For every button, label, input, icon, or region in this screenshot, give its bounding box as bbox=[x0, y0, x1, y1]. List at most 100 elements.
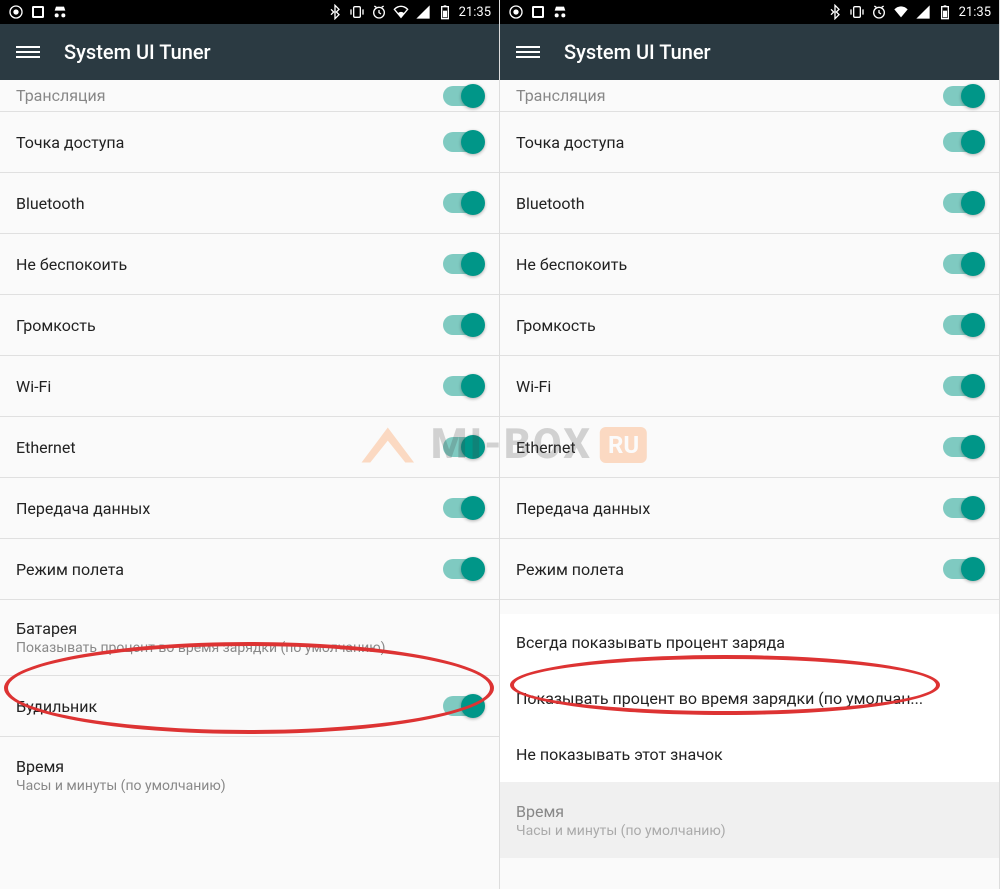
item-label: Не беспокоить bbox=[16, 255, 127, 274]
status-app1-icon bbox=[8, 4, 24, 20]
status-time: 21:35 bbox=[459, 5, 491, 20]
status-wifi-icon bbox=[393, 4, 409, 20]
screen-right: 21:35 System UI Tuner Трансляция Точка д… bbox=[500, 0, 1000, 889]
status-battery-icon bbox=[937, 4, 953, 20]
option-always-show[interactable]: Всегда показывать процент заряда bbox=[500, 614, 999, 670]
item-label: Bluetooth bbox=[516, 194, 585, 213]
status-app2-icon bbox=[530, 4, 546, 20]
toggle-ethernet[interactable] bbox=[943, 437, 983, 457]
status-bar: 21:35 bbox=[0, 0, 499, 24]
toggle-hotspot[interactable] bbox=[943, 132, 983, 152]
status-bar: 21:35 bbox=[500, 0, 999, 24]
list-item-volume[interactable]: Громкость bbox=[0, 295, 499, 356]
app-bar: System UI Tuner bbox=[0, 24, 499, 80]
item-label: Громкость bbox=[16, 316, 96, 335]
item-label: Wi-Fi bbox=[16, 377, 51, 396]
toggle-ethernet[interactable] bbox=[443, 437, 483, 457]
item-label: Режим полета bbox=[16, 560, 124, 579]
app-title: System UI Tuner bbox=[564, 40, 711, 64]
list-item-ethernet[interactable]: Ethernet bbox=[0, 417, 499, 478]
toggle-dnd[interactable] bbox=[943, 254, 983, 274]
status-bluetooth-icon bbox=[827, 4, 843, 20]
option-show-charging[interactable]: Показывать процент во время зарядки (по … bbox=[500, 670, 999, 726]
settings-list[interactable]: Трансляция Точка доступа Bluetooth Не бе… bbox=[0, 80, 499, 889]
list-item-wifi[interactable]: Wi-Fi bbox=[500, 356, 999, 417]
list-item-alarm[interactable]: Будильник bbox=[0, 676, 499, 737]
item-label: Wi-Fi bbox=[516, 377, 551, 396]
item-label: Будильник bbox=[16, 697, 97, 716]
item-sublabel: Часы и минуты (по умолчанию) bbox=[516, 823, 726, 839]
option-label: Показывать процент во время зарядки (по … bbox=[516, 689, 923, 708]
list-item-translation[interactable]: Трансляция bbox=[0, 80, 499, 112]
status-alarm-icon bbox=[371, 4, 387, 20]
list-item-hotspot[interactable]: Точка доступа bbox=[0, 112, 499, 173]
toggle-alarm[interactable] bbox=[443, 696, 483, 716]
item-label: Передача данных bbox=[516, 499, 650, 518]
item-label: Точка доступа bbox=[516, 133, 624, 152]
list-item-data[interactable]: Передача данных bbox=[0, 478, 499, 539]
item-label: Передача данных bbox=[16, 499, 150, 518]
app-bar: System UI Tuner bbox=[500, 24, 999, 80]
toggle-bluetooth[interactable] bbox=[443, 193, 483, 213]
toggle-airplane[interactable] bbox=[443, 559, 483, 579]
status-vibrate-icon bbox=[349, 4, 365, 20]
list-item-dnd[interactable]: Не беспокоить bbox=[500, 234, 999, 295]
settings-list[interactable]: Трансляция Точка доступа Bluetooth Не бе… bbox=[500, 80, 999, 889]
screen-left: 21:35 System UI Tuner Трансляция Точка д… bbox=[0, 0, 500, 889]
toggle-volume[interactable] bbox=[943, 315, 983, 335]
item-label: Точка доступа bbox=[16, 133, 124, 152]
list-item-time[interactable]: Время Часы и минуты (по умолчанию) bbox=[0, 737, 499, 813]
option-hide[interactable]: Не показывать этот значок bbox=[500, 726, 999, 782]
toggle-dnd[interactable] bbox=[443, 254, 483, 274]
toggle-data[interactable] bbox=[943, 498, 983, 518]
toggle-airplane[interactable] bbox=[943, 559, 983, 579]
toggle-data[interactable] bbox=[443, 498, 483, 518]
list-item-airplane[interactable]: Режим полета bbox=[0, 539, 499, 600]
status-vibrate-icon bbox=[849, 4, 865, 20]
option-label: Не показывать этот значок bbox=[516, 745, 723, 764]
list-item-bluetooth[interactable]: Bluetooth bbox=[500, 173, 999, 234]
list-item-volume[interactable]: Громкость bbox=[500, 295, 999, 356]
status-bluetooth-icon bbox=[327, 4, 343, 20]
status-incognito-icon bbox=[52, 4, 68, 20]
list-item-translation[interactable]: Трансляция bbox=[500, 80, 999, 112]
toggle-wifi[interactable] bbox=[443, 376, 483, 396]
toggle-translation[interactable] bbox=[443, 86, 483, 106]
list-item-ethernet[interactable]: Ethernet bbox=[500, 417, 999, 478]
status-app2-icon bbox=[30, 4, 46, 20]
list-item-data[interactable]: Передача данных bbox=[500, 478, 999, 539]
status-wifi-icon bbox=[893, 4, 909, 20]
item-label: Громкость bbox=[516, 316, 596, 335]
toggle-translation[interactable] bbox=[943, 86, 983, 106]
item-label: Bluetooth bbox=[16, 194, 85, 213]
item-label: Не беспокоить bbox=[516, 255, 627, 274]
list-item-bluetooth[interactable]: Bluetooth bbox=[0, 173, 499, 234]
status-app1-icon bbox=[508, 4, 524, 20]
menu-button[interactable] bbox=[516, 40, 540, 64]
toggle-wifi[interactable] bbox=[943, 376, 983, 396]
list-item-airplane[interactable]: Режим полета bbox=[500, 539, 999, 600]
item-label: Время bbox=[16, 757, 64, 776]
item-label: Батарея bbox=[16, 619, 77, 638]
list-item-hotspot[interactable]: Точка доступа bbox=[500, 112, 999, 173]
item-label: Время bbox=[516, 802, 564, 821]
list-item-wifi[interactable]: Wi-Fi bbox=[0, 356, 499, 417]
item-label: Трансляция bbox=[16, 86, 106, 105]
item-label: Ethernet bbox=[516, 438, 576, 457]
toggle-hotspot[interactable] bbox=[443, 132, 483, 152]
toggle-volume[interactable] bbox=[443, 315, 483, 335]
status-time: 21:35 bbox=[959, 5, 991, 20]
status-alarm-icon bbox=[871, 4, 887, 20]
app-title: System UI Tuner bbox=[64, 40, 211, 64]
menu-button[interactable] bbox=[16, 40, 40, 64]
list-item-battery[interactable]: Батарея Показывать процент во время заря… bbox=[0, 600, 499, 676]
toggle-bluetooth[interactable] bbox=[943, 193, 983, 213]
status-signal-icon bbox=[915, 4, 931, 20]
list-item-dnd[interactable]: Не беспокоить bbox=[0, 234, 499, 295]
item-sublabel: Часы и минуты (по умолчанию) bbox=[16, 778, 226, 794]
option-label: Всегда показывать процент заряда bbox=[516, 633, 785, 652]
item-label: Режим полета bbox=[516, 560, 624, 579]
list-item-time-dimmed: Время Часы и минуты (по умолчанию) bbox=[500, 782, 999, 858]
item-sublabel: Показывать процент во время зарядки (по … bbox=[16, 640, 386, 656]
status-signal-icon bbox=[415, 4, 431, 20]
